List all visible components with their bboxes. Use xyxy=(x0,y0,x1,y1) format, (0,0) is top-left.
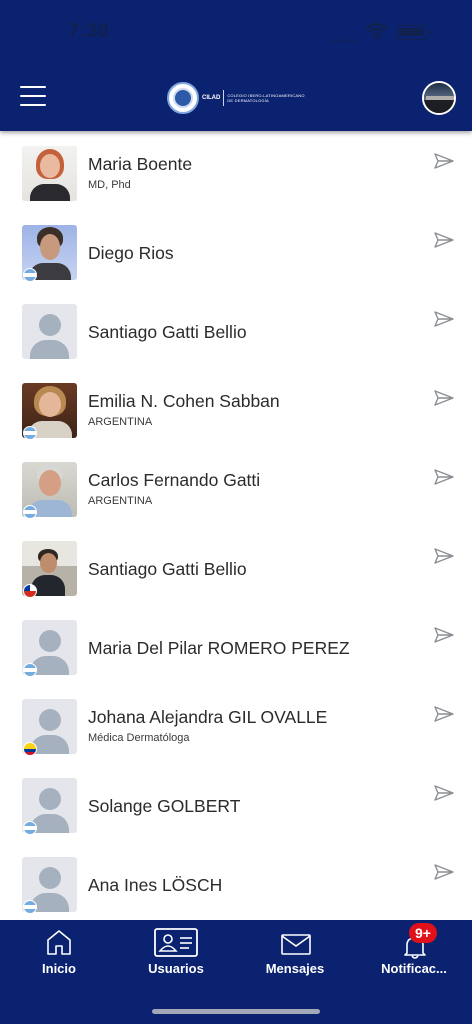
send-message-icon[interactable] xyxy=(434,232,454,248)
user-name: Santiago Gatti Bellio xyxy=(88,559,247,579)
tab-label: Usuarios xyxy=(148,961,204,976)
user-row[interactable]: Diego Rios xyxy=(0,210,472,289)
user-subtitle: Médica Dermatóloga xyxy=(88,732,190,744)
user-name: Diego Rios xyxy=(88,243,174,263)
send-message-icon[interactable] xyxy=(434,706,454,722)
tab-inicio[interactable]: Inicio xyxy=(19,920,99,990)
colombia-flag-icon xyxy=(23,742,37,756)
logo-short-text: CILAD xyxy=(202,95,221,101)
user-row[interactable]: Solange GOLBERT xyxy=(0,763,472,842)
tab-label: Inicio xyxy=(42,961,76,976)
user-row[interactable]: Santiago Gatti Bellio xyxy=(0,526,472,605)
user-name: Johana Alejandra GIL OVALLE xyxy=(88,707,328,727)
default-avatar-icon xyxy=(22,304,77,359)
signal-dots-icon xyxy=(333,30,357,43)
profile-avatar[interactable] xyxy=(422,81,456,115)
argentina-flag-icon xyxy=(23,426,37,440)
app-header: 7:30 CILAD COLEGIO IBERO-LATINOAMERICANO… xyxy=(0,0,472,131)
user-subtitle: ARGENTINA xyxy=(88,416,153,428)
argentina-flag-icon xyxy=(23,505,37,519)
user-row[interactable]: Maria Del Pilar ROMERO PEREZ xyxy=(0,605,472,684)
user-row[interactable]: Santiago Gatti Bellio xyxy=(0,289,472,368)
user-row[interactable]: Carlos Fernando Gatti ARGENTINA xyxy=(0,447,472,526)
wifi-icon xyxy=(366,22,388,39)
notification-badge: 9+ xyxy=(409,923,437,943)
users-card-icon xyxy=(154,928,198,957)
tab-mensajes[interactable]: Mensajes xyxy=(255,920,335,990)
user-name: Maria Del Pilar ROMERO PEREZ xyxy=(88,638,350,658)
status-time: 7:30 xyxy=(68,20,110,42)
user-row[interactable]: Johana Alejandra GIL OVALLE Médica Derma… xyxy=(0,684,472,763)
user-row[interactable]: Emilia N. Cohen Sabban ARGENTINA xyxy=(0,368,472,447)
user-subtitle: MD, Phd xyxy=(88,179,131,191)
send-message-icon[interactable] xyxy=(434,469,454,485)
argentina-flag-icon xyxy=(23,663,37,677)
users-list: Maria Boente MD, Phd Diego Rios Santiago… xyxy=(0,131,472,920)
cilad-logo: CILAD COLEGIO IBERO-LATINOAMERICANO DE D… xyxy=(167,82,307,114)
logo-divider xyxy=(223,90,225,106)
user-row[interactable]: Maria Boente MD, Phd xyxy=(0,131,472,210)
battery-icon xyxy=(396,25,431,40)
send-message-icon[interactable] xyxy=(434,311,454,327)
home-icon xyxy=(47,930,71,955)
user-row[interactable]: Ana Ines LÖSCH xyxy=(0,842,472,920)
argentina-flag-icon xyxy=(23,900,37,914)
tab-usuarios[interactable]: Usuarios xyxy=(136,920,216,990)
send-message-icon[interactable] xyxy=(434,390,454,406)
cilad-seal-icon xyxy=(167,82,199,114)
tab-label: Notificac... xyxy=(381,961,447,976)
argentina-flag-icon xyxy=(23,821,37,835)
send-message-icon[interactable] xyxy=(434,153,454,169)
logo-full-text: COLEGIO IBERO-LATINOAMERICANO DE DERMATO… xyxy=(227,93,305,103)
user-name: Carlos Fernando Gatti xyxy=(88,470,261,490)
send-message-icon[interactable] xyxy=(434,864,454,880)
envelope-icon xyxy=(281,934,311,955)
send-message-icon[interactable] xyxy=(434,627,454,643)
user-name: Emilia N. Cohen Sabban xyxy=(88,391,280,411)
send-message-icon[interactable] xyxy=(434,785,454,801)
argentina-flag-icon xyxy=(23,268,37,282)
tab-label: Mensajes xyxy=(265,961,325,976)
user-name: Solange GOLBERT xyxy=(88,796,241,816)
hamburger-menu-icon[interactable] xyxy=(20,86,46,108)
chile-flag-icon xyxy=(23,584,37,598)
user-subtitle: ARGENTINA xyxy=(88,495,153,507)
app-root: 7:30 CILAD COLEGIO IBERO-LATINOAMERICANO… xyxy=(0,0,472,1024)
home-indicator xyxy=(152,1009,320,1014)
user-photo xyxy=(22,146,77,201)
send-message-icon[interactable] xyxy=(434,548,454,564)
user-name: Santiago Gatti Bellio xyxy=(88,322,247,342)
user-name: Ana Ines LÖSCH xyxy=(88,875,223,895)
user-name: Maria Boente xyxy=(88,154,193,174)
